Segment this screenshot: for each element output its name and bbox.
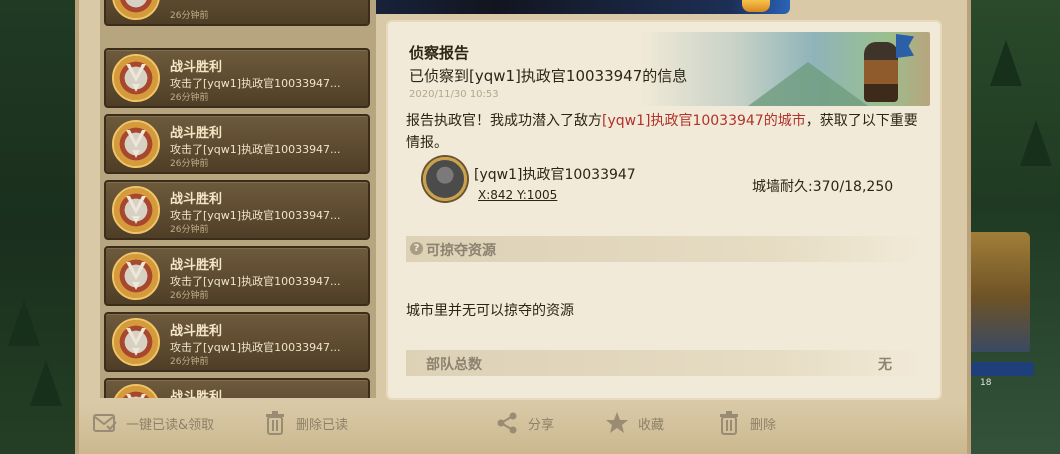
item-title: 战斗胜利: [170, 126, 223, 141]
item-subject: 攻击了[yqw1]执政官10033947...: [170, 209, 341, 222]
battle-victory-icon: [112, 120, 160, 168]
report-subtitle: 已侦察到[yqw1]执政官10033947的信息: [409, 67, 688, 85]
scout-illustration: [864, 42, 898, 102]
list-item[interactable]: 战斗胜利 攻击了[yqw1]执政官10033947... 26分钟前: [104, 180, 370, 240]
trash-icon: [716, 410, 742, 436]
delete-button[interactable]: 删除: [716, 406, 776, 440]
castle-level: 18: [980, 378, 992, 388]
tree-decoration: [1020, 120, 1052, 166]
battle-victory-icon: [112, 318, 160, 366]
body-prefix: 报告执政官！我成功潜入了敌方: [406, 113, 602, 129]
read-all-button[interactable]: 一键已读&领取: [92, 406, 214, 440]
item-title: 战斗胜利: [170, 390, 223, 398]
battle-victory-icon: [112, 54, 160, 102]
list-item[interactable]: 战斗胜利 攻击了[yqw1]执政官10033947... 26分钟前: [104, 246, 370, 306]
mountain-illustration: [748, 62, 868, 106]
report-title: 侦察报告: [409, 44, 470, 62]
battle-victory-icon: [112, 252, 160, 300]
item-time: 26分钟前: [170, 159, 209, 169]
share-label: 分享: [528, 417, 555, 433]
tree-decoration: [30, 360, 62, 406]
favorite-label: 收藏: [638, 417, 665, 433]
star-icon: [604, 410, 630, 436]
list-item[interactable]: 战斗胜利 攻击了[yqw1]执政官10033947... 26分钟前: [104, 312, 370, 372]
gem-icon: [742, 0, 770, 12]
item-title: 战斗胜利: [170, 60, 223, 75]
item-time: 26分钟前: [170, 357, 209, 367]
item-subject: 攻击了[yqw1]执政官10033947...: [170, 341, 341, 354]
report-body: 报告执政官！我成功潜入了敌方[yqw1]执政官10033947的城市，获取了以下…: [406, 110, 926, 154]
share-icon: [494, 410, 520, 436]
battle-victory-icon: [112, 186, 160, 234]
coordinates-link[interactable]: X:842 Y:1005: [478, 188, 557, 202]
item-subject: 攻击了[yqw1]执政官10033947...: [170, 143, 341, 156]
battle-victory-icon: [112, 384, 160, 398]
report-date: 2020/11/30 10:53: [409, 89, 499, 100]
target-city-link[interactable]: [yqw1]执政官10033947的城市: [602, 113, 806, 129]
battle-victory-icon: [112, 0, 160, 20]
tree-decoration: [990, 40, 1022, 86]
list-item[interactable]: 26分钟前: [104, 0, 370, 26]
list-item[interactable]: 战斗胜利 攻击了[yqw1]执政官10033947... 26分钟前: [104, 114, 370, 174]
list-item[interactable]: 战斗胜利 攻击了[yqw1]执政官10033947... 26分钟前: [104, 48, 370, 108]
item-time: 26分钟前: [170, 225, 209, 235]
target-name: [yqw1]执政官10033947: [474, 167, 636, 183]
trash-icon: [262, 410, 288, 436]
favorite-button[interactable]: 收藏: [604, 406, 664, 440]
scout-report-panel: 侦察报告 已侦察到[yqw1]执政官10033947的信息 2020/11/30…: [388, 22, 940, 398]
item-subject: 攻击了[yqw1]执政官10033947...: [170, 275, 341, 288]
section-title: 可掠夺资源: [426, 243, 496, 259]
mail-list[interactable]: 26分钟前 战斗胜利 攻击了[yqw1]执政官10033947... 26分钟前…: [100, 0, 376, 398]
tree-decoration: [8, 300, 40, 346]
item-subject: 攻击了[yqw1]执政官10033947...: [170, 77, 341, 90]
no-loot-text: 城市里并无可以掠夺的资源: [406, 303, 574, 319]
troops-section-header: 部队总数 无: [406, 350, 926, 376]
item-time: 26分钟前: [170, 93, 209, 103]
delete-read-button[interactable]: 删除已读: [262, 406, 348, 440]
item-time: 26分钟前: [170, 291, 209, 301]
list-item[interactable]: 战斗胜利: [104, 378, 370, 398]
avatar[interactable]: [423, 157, 467, 201]
mail-check-icon: [92, 410, 118, 436]
wall-durability: 城墙耐久:370/18,250: [752, 179, 894, 195]
item-time: 26分钟前: [170, 11, 209, 21]
troops-value: 无: [878, 357, 892, 373]
share-button[interactable]: 分享: [494, 406, 554, 440]
delete-read-label: 删除已读: [296, 417, 349, 433]
delete-label: 删除: [750, 417, 777, 433]
item-title: 战斗胜利: [170, 324, 223, 339]
section-title: 部队总数: [426, 357, 482, 373]
castle-nameplate: [964, 362, 1034, 376]
item-title: 战斗胜利: [170, 192, 223, 207]
loot-section-header: ? 可掠夺资源: [406, 236, 926, 262]
item-title: 战斗胜利: [170, 258, 223, 273]
read-all-label: 一键已读&领取: [126, 417, 215, 433]
help-icon[interactable]: ?: [410, 242, 423, 255]
flag-icon: [896, 34, 914, 58]
